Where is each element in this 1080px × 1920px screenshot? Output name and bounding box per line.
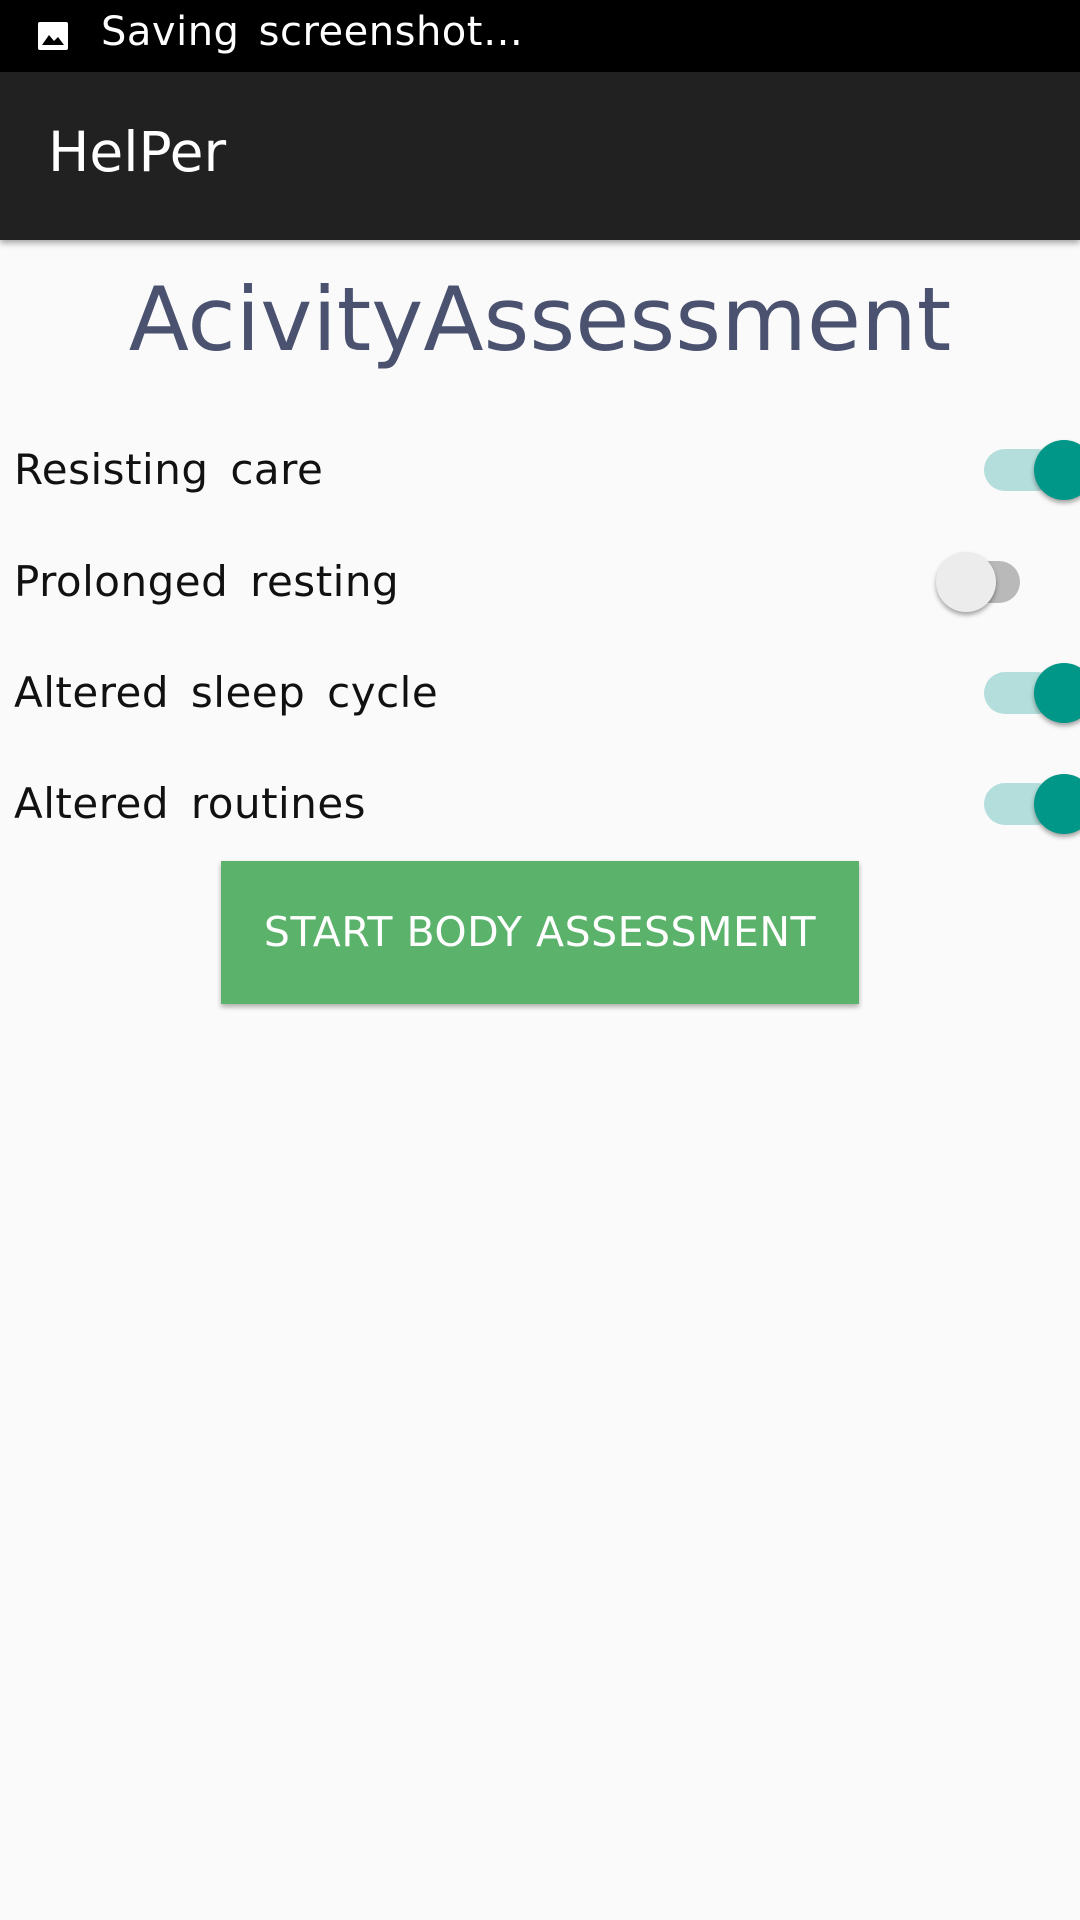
toggle-label: Altered sleep cycle bbox=[14, 668, 439, 717]
status-bar: Saving screenshot… bbox=[0, 0, 1080, 72]
toggle-label: Prolonged resting bbox=[14, 557, 400, 606]
image-icon bbox=[38, 22, 68, 50]
altered-sleep-cycle-switch[interactable] bbox=[960, 653, 1080, 733]
toggle-label: Resisting care bbox=[14, 445, 324, 494]
switch-thumb bbox=[1034, 774, 1080, 834]
switch-thumb bbox=[1034, 440, 1080, 500]
start-body-assessment-button[interactable]: START BODY ASSESSMENT bbox=[221, 861, 859, 1004]
altered-routines-switch[interactable] bbox=[960, 764, 1080, 844]
prolonged-resting-switch[interactable] bbox=[930, 542, 1050, 622]
toggle-row-altered-sleep-cycle: Altered sleep cycle bbox=[0, 643, 1080, 743]
toggle-row-altered-routines: Altered routines bbox=[0, 754, 1080, 854]
page-title: AcivityAssessment bbox=[128, 268, 952, 371]
app-bar: HelPer bbox=[0, 72, 1080, 240]
toggle-label: Altered routines bbox=[14, 779, 367, 828]
status-notification-text: Saving screenshot… bbox=[101, 9, 524, 55]
resisting-care-switch[interactable] bbox=[960, 430, 1080, 510]
switch-thumb bbox=[1034, 663, 1080, 723]
app-title: HelPer bbox=[48, 120, 227, 184]
toggle-row-prolonged-resting: Prolonged resting bbox=[0, 532, 1080, 632]
switch-thumb bbox=[936, 552, 996, 612]
toggle-row-resisting-care: Resisting care bbox=[0, 420, 1080, 520]
